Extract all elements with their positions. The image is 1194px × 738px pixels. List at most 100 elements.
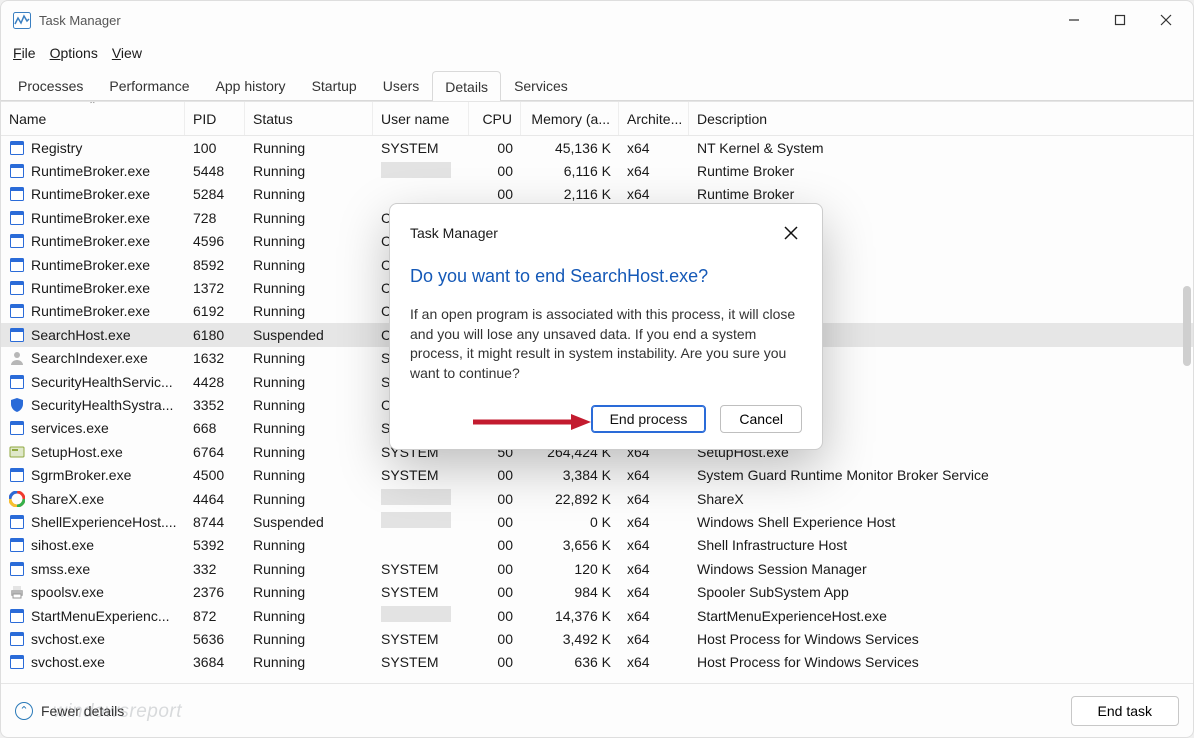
cell-status: Running <box>245 186 373 202</box>
minimize-button[interactable] <box>1051 1 1097 39</box>
col-status[interactable]: Status <box>245 102 373 135</box>
process-name: sihost.exe <box>31 537 94 553</box>
close-button[interactable] <box>1143 1 1189 39</box>
process-name: ShareX.exe <box>31 491 104 507</box>
cell-status: Running <box>245 303 373 319</box>
cell-memory: 14,376 K <box>521 608 619 624</box>
cell-pid: 668 <box>185 420 245 436</box>
cell-pid: 2376 <box>185 584 245 600</box>
cell-cpu: 00 <box>469 631 521 647</box>
col-pid[interactable]: PID <box>185 102 245 135</box>
cell-pid: 5284 <box>185 186 245 202</box>
cell-pid: 4428 <box>185 374 245 390</box>
cell-cpu: 00 <box>469 584 521 600</box>
cell-status: Running <box>245 608 373 624</box>
chevron-up-icon: ⌃ <box>15 702 33 720</box>
process-name: Registry <box>31 140 82 156</box>
cell-pid: 3684 <box>185 654 245 670</box>
tabs: Processes Performance App history Startu… <box>1 67 1193 101</box>
cell-status: Running <box>245 537 373 553</box>
redacted-user <box>381 606 451 622</box>
tab-details[interactable]: Details <box>432 71 501 101</box>
maximize-button[interactable] <box>1097 1 1143 39</box>
cell-user: SYSTEM <box>373 654 469 670</box>
cell-pid: 8592 <box>185 257 245 273</box>
cell-arch: x64 <box>619 537 689 553</box>
process-name: RuntimeBroker.exe <box>31 210 150 226</box>
menu-options[interactable]: Options <box>50 45 98 61</box>
cell-pid: 728 <box>185 210 245 226</box>
redacted-user <box>381 512 451 528</box>
dialog-close-button[interactable] <box>780 222 802 244</box>
col-name[interactable]: Name⌃ <box>1 102 185 135</box>
cell-user <box>373 606 469 625</box>
process-icon <box>9 257 25 273</box>
dialog-body: If an open program is associated with th… <box>410 305 802 383</box>
cell-pid: 100 <box>185 140 245 156</box>
table-row[interactable]: svchost.exe5636RunningSYSTEM003,492 Kx64… <box>1 627 1193 650</box>
cell-pid: 1632 <box>185 350 245 366</box>
tab-performance[interactable]: Performance <box>96 70 202 100</box>
cell-status: Running <box>245 561 373 577</box>
scrollbar-thumb[interactable] <box>1183 286 1191 366</box>
cell-memory: 636 K <box>521 654 619 670</box>
process-name: SearchHost.exe <box>31 327 131 343</box>
table-row[interactable]: smss.exe332RunningSYSTEM00120 Kx64Window… <box>1 557 1193 580</box>
cell-cpu: 00 <box>469 514 521 530</box>
cell-status: Running <box>245 350 373 366</box>
fewer-details-button[interactable]: ⌃ Fewer details <box>15 702 124 720</box>
tab-services[interactable]: Services <box>501 70 581 100</box>
cell-desc: Windows Shell Experience Host <box>689 514 1193 530</box>
task-manager-window: Task Manager File Options View Processes… <box>0 0 1194 738</box>
table-row[interactable]: Registry100RunningSYSTEM0045,136 Kx64NT … <box>1 136 1193 159</box>
end-process-button[interactable]: End process <box>591 405 707 433</box>
end-task-button[interactable]: End task <box>1071 696 1179 726</box>
cancel-button[interactable]: Cancel <box>720 405 802 433</box>
col-arch[interactable]: Archite... <box>619 102 689 135</box>
cell-arch: x64 <box>619 163 689 179</box>
table-row[interactable]: ShellExperienceHost....8744Suspended000 … <box>1 510 1193 533</box>
menu-view[interactable]: View <box>112 45 142 61</box>
tab-processes[interactable]: Processes <box>5 70 96 100</box>
confirm-dialog: Task Manager Do you want to end SearchHo… <box>389 203 823 450</box>
footer: windowsreport ⌃ Fewer details End task <box>1 683 1193 737</box>
cell-memory: 22,892 K <box>521 491 619 507</box>
cell-desc: System Guard Runtime Monitor Broker Serv… <box>689 467 1193 483</box>
cell-cpu: 00 <box>469 608 521 624</box>
cell-status: Running <box>245 210 373 226</box>
process-icon <box>9 608 25 624</box>
cell-status: Suspended <box>245 514 373 530</box>
process-name: RuntimeBroker.exe <box>31 303 150 319</box>
col-description[interactable]: Description <box>689 102 1193 135</box>
tab-app-history[interactable]: App history <box>203 70 299 100</box>
table-row[interactable]: svchost.exe3684RunningSYSTEM00636 Kx64Ho… <box>1 651 1193 674</box>
tab-startup[interactable]: Startup <box>299 70 370 100</box>
table-row[interactable]: ShareX.exe4464Running0022,892 Kx64ShareX <box>1 487 1193 510</box>
table-row[interactable]: RuntimeBroker.exe5448Running006,116 Kx64… <box>1 159 1193 182</box>
process-icon <box>9 303 25 319</box>
process-icon <box>9 374 25 390</box>
process-icon <box>9 561 25 577</box>
menu-file[interactable]: File <box>13 45 36 61</box>
col-user[interactable]: User name <box>373 102 469 135</box>
cell-pid: 4596 <box>185 233 245 249</box>
cell-arch: x64 <box>619 631 689 647</box>
table-row[interactable]: SgrmBroker.exe4500RunningSYSTEM003,384 K… <box>1 463 1193 486</box>
process-icon <box>9 444 25 460</box>
table-row[interactable]: StartMenuExperienc...872Running0014,376 … <box>1 604 1193 627</box>
process-name: SearchIndexer.exe <box>31 350 148 366</box>
cell-arch: x64 <box>619 584 689 600</box>
cell-status: Running <box>245 654 373 670</box>
cell-status: Running <box>245 257 373 273</box>
table-row[interactable]: sihost.exe5392Running003,656 Kx64Shell I… <box>1 534 1193 557</box>
table-row[interactable]: spoolsv.exe2376RunningSYSTEM00984 Kx64Sp… <box>1 580 1193 603</box>
process-name: svchost.exe <box>31 654 105 670</box>
tab-users[interactable]: Users <box>370 70 433 100</box>
col-memory[interactable]: Memory (a... <box>521 102 619 135</box>
col-cpu[interactable]: CPU <box>469 102 521 135</box>
table-header-row: Name⌃ PID Status User name CPU Memory (a… <box>1 102 1193 136</box>
process-icon <box>9 140 25 156</box>
cell-arch: x64 <box>619 514 689 530</box>
cell-pid: 4464 <box>185 491 245 507</box>
cell-desc: Host Process for Windows Services <box>689 631 1193 647</box>
